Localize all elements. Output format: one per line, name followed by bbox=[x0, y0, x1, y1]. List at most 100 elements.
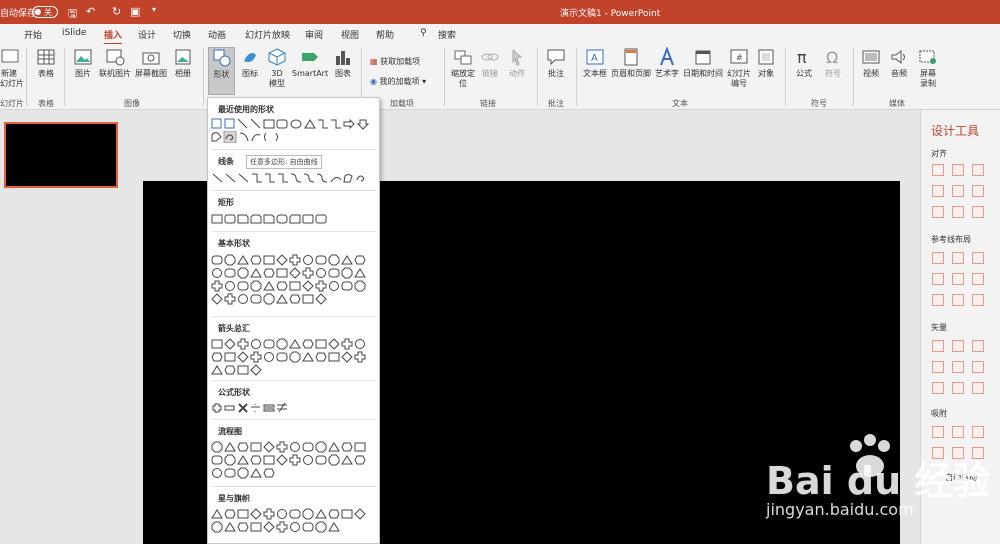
recent-shapes-row-1[interactable] bbox=[210, 118, 376, 130]
tab-view[interactable]: 视图 bbox=[341, 28, 359, 41]
my-addins-button[interactable]: ◉ 我的加载项 ▾ bbox=[370, 76, 426, 87]
design-tool-icon[interactable] bbox=[932, 185, 944, 197]
design-tool-icon[interactable] bbox=[972, 185, 984, 197]
baidu-watermark: Bai du 经验 jingyan.baidu.com bbox=[752, 430, 992, 530]
save-icon[interactable]: 🖫 bbox=[68, 5, 77, 24]
pi-icon: π bbox=[797, 48, 807, 67]
wordart-button[interactable]: 艺术字 bbox=[653, 47, 681, 79]
icons-button[interactable]: 图标 bbox=[238, 47, 262, 79]
tab-help[interactable]: 帮助 bbox=[376, 28, 394, 41]
header-footer-button[interactable]: 页眉和页脚 bbox=[610, 47, 652, 79]
design-tool-icon[interactable] bbox=[952, 185, 964, 197]
flowchart-shapes-row-2[interactable] bbox=[210, 454, 376, 466]
guides-label: 参考线布局 bbox=[931, 235, 971, 244]
design-tool-icon[interactable] bbox=[952, 294, 964, 306]
arrow-shapes-row-2[interactable] bbox=[210, 351, 376, 363]
basic-shapes-row-2[interactable] bbox=[210, 267, 376, 279]
present-icon[interactable]: ▣ bbox=[130, 5, 140, 18]
design-tool-icon[interactable] bbox=[972, 273, 984, 285]
lines-row[interactable] bbox=[210, 172, 376, 184]
tab-design[interactable]: 设计 bbox=[138, 28, 156, 41]
design-tool-icon[interactable] bbox=[972, 206, 984, 218]
table-button[interactable]: 表格 bbox=[33, 47, 59, 79]
design-tool-icon[interactable] bbox=[932, 273, 944, 285]
stars-shapes-row-1[interactable] bbox=[210, 508, 376, 520]
design-tool-icon[interactable] bbox=[952, 252, 964, 264]
shapes-button[interactable]: 形状 bbox=[208, 47, 235, 95]
equation-shapes-row[interactable] bbox=[210, 402, 376, 414]
zoom-icon bbox=[454, 50, 472, 65]
tab-animations[interactable]: 动画 bbox=[208, 28, 226, 41]
rectangles-row[interactable] bbox=[210, 213, 376, 225]
album-button[interactable]: 相册 bbox=[170, 47, 196, 79]
arrow-shapes-row-1[interactable] bbox=[210, 338, 376, 350]
basic-shapes-row-1[interactable] bbox=[210, 254, 376, 266]
slide-number-icon: # bbox=[730, 49, 748, 64]
online-picture-icon bbox=[106, 49, 125, 66]
tab-slideshow[interactable]: 幻灯片放映 bbox=[245, 28, 290, 41]
equation-button[interactable]: π 公式 bbox=[791, 47, 817, 79]
datetime-button[interactable]: 日期和时间 bbox=[682, 47, 724, 79]
design-tool-icon[interactable] bbox=[972, 294, 984, 306]
design-tool-icon[interactable] bbox=[952, 361, 964, 373]
link-button[interactable]: 链接 bbox=[479, 47, 501, 79]
online-picture-button[interactable]: 联机图片 bbox=[98, 47, 132, 79]
design-tool-icon[interactable] bbox=[932, 294, 944, 306]
tab-islide[interactable]: iSlide bbox=[62, 28, 86, 38]
design-tool-icon[interactable] bbox=[932, 206, 944, 218]
design-tool-icon[interactable] bbox=[932, 382, 944, 394]
stars-shapes-row-2[interactable] bbox=[210, 521, 376, 533]
arrow-shapes-row-3[interactable] bbox=[210, 364, 376, 376]
chart-button[interactable]: 图表 bbox=[332, 47, 354, 79]
arrows-heading: 箭头总汇 bbox=[218, 324, 250, 333]
action-button[interactable]: 动作 bbox=[505, 47, 529, 79]
design-tool-icon[interactable] bbox=[952, 273, 964, 285]
get-addins-button[interactable]: ▦ 获取加载项 bbox=[370, 56, 420, 67]
design-tool-icon[interactable] bbox=[972, 252, 984, 264]
flowchart-shapes-row-3[interactable] bbox=[210, 467, 376, 479]
design-tool-icon[interactable] bbox=[932, 361, 944, 373]
screenshot-button[interactable]: 屏幕截图 bbox=[134, 47, 168, 79]
design-tool-icon[interactable] bbox=[972, 361, 984, 373]
smartart-button[interactable]: SmartArt bbox=[292, 47, 328, 79]
audio-button[interactable]: 音频 bbox=[886, 47, 912, 79]
design-tool-icon[interactable] bbox=[952, 206, 964, 218]
slide-number-button[interactable]: # 幻灯片 编号 bbox=[725, 47, 753, 89]
tab-insert[interactable]: 插入 bbox=[104, 28, 123, 45]
tab-transitions[interactable]: 切换 bbox=[173, 28, 191, 41]
recent-shapes-row-2[interactable] bbox=[210, 131, 376, 143]
zoom-button[interactable]: 缩放定 位 bbox=[449, 47, 477, 89]
comment-button[interactable]: 批注 bbox=[543, 47, 569, 79]
tab-review[interactable]: 审阅 bbox=[305, 28, 323, 41]
undo-icon[interactable]: ↶ bbox=[86, 5, 95, 18]
search-label[interactable]: 搜索 bbox=[438, 28, 456, 41]
design-tool-icon[interactable] bbox=[972, 382, 984, 394]
design-tool-icon[interactable] bbox=[932, 340, 944, 352]
customize-qa-icon[interactable]: ▾ bbox=[152, 5, 156, 14]
design-tool-icon[interactable] bbox=[972, 164, 984, 176]
3d-model-button[interactable]: 3D 模型 bbox=[264, 47, 290, 89]
design-tool-icon[interactable] bbox=[932, 252, 944, 264]
picture-button[interactable]: 图片 bbox=[70, 47, 96, 79]
basic-shapes-row-4[interactable] bbox=[210, 293, 376, 305]
tab-home[interactable]: 开始 bbox=[24, 28, 42, 41]
design-tool-icon[interactable] bbox=[972, 340, 984, 352]
redo-icon[interactable]: ↻ bbox=[112, 5, 121, 18]
album-label: 相册 bbox=[175, 69, 191, 78]
textbox-button[interactable]: A 文本框 bbox=[581, 47, 609, 79]
design-tool-icon[interactable] bbox=[952, 164, 964, 176]
autosave-toggle[interactable]: 关 bbox=[32, 6, 58, 18]
object-button[interactable]: 对象 bbox=[755, 47, 777, 79]
new-slide-button[interactable]: 新建 幻灯片 bbox=[0, 47, 24, 89]
screen-record-button[interactable]: 屏幕 录制 bbox=[914, 47, 942, 89]
symbol-button[interactable]: Ω 符号 bbox=[820, 47, 846, 79]
search-icon[interactable]: ⚲ bbox=[420, 28, 427, 38]
slide-thumbnail[interactable] bbox=[4, 122, 118, 188]
video-button[interactable]: 视频 bbox=[858, 47, 884, 79]
flowchart-shapes-row-1[interactable] bbox=[210, 441, 376, 453]
basic-shapes-row-3[interactable] bbox=[210, 280, 376, 292]
design-tool-icon[interactable] bbox=[952, 340, 964, 352]
design-tool-icon[interactable] bbox=[932, 164, 944, 176]
separator bbox=[785, 48, 786, 106]
design-tool-icon[interactable] bbox=[952, 382, 964, 394]
